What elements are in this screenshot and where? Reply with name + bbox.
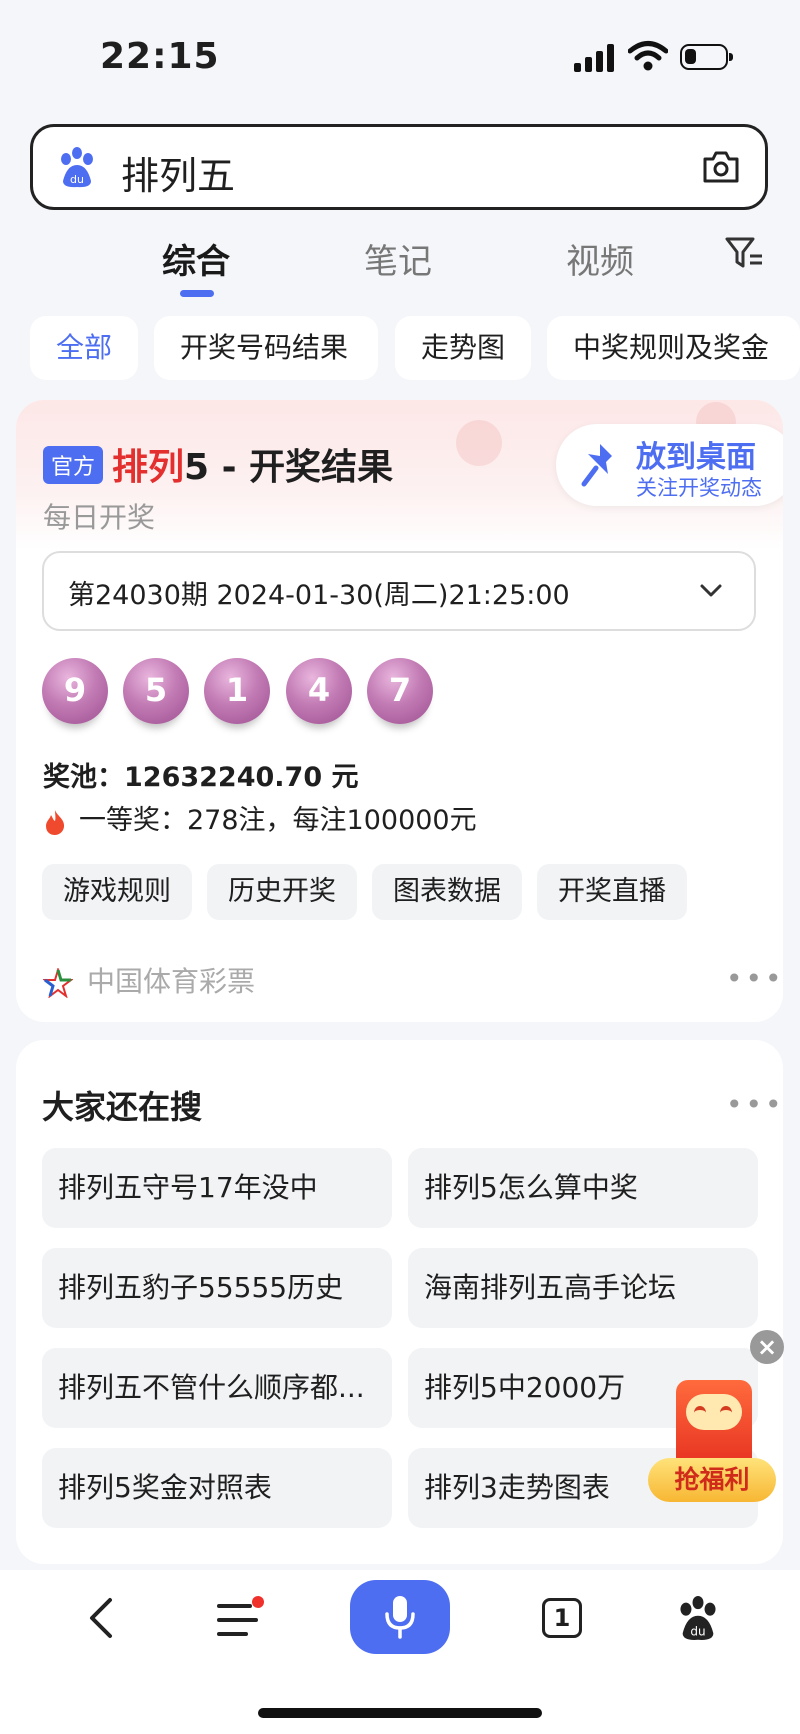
related-search-item[interactable]: 排列五豹子55555历史 [42,1248,392,1328]
game-rules-button[interactable]: 游戏规则 [42,864,192,920]
menu-icon[interactable] [216,1596,264,1640]
chip-results[interactable]: 开奖号码结果 [154,316,378,380]
related-search-item[interactable]: 排列5怎么算中奖 [408,1148,758,1228]
china-sports-lottery-logo-icon [43,968,73,998]
pin-icon [581,444,612,487]
wifi-icon [628,41,668,71]
add-to-desktop-button[interactable]: 放到桌面 关注开奖动态 [556,424,783,506]
svg-text:du: du [70,173,84,186]
welfare-red-packet-ad[interactable]: 抢福利 [648,1380,778,1510]
chart-data-button[interactable]: 图表数据 [372,864,522,920]
cellular-signal-icon [574,44,616,72]
result-number-ball: 1 [204,658,270,724]
back-icon[interactable] [84,1596,116,1640]
status-time: 22:15 [100,36,220,77]
live-draw-button[interactable]: 开奖直播 [537,864,687,920]
result-title[interactable]: 排列5 - 开奖结果 [112,438,393,490]
tab-general[interactable]: 综合 [162,234,230,283]
lottery-result-card: 官方 排列5 - 开奖结果 每日开奖 放到桌面 关注开奖动态 第24030期 2… [16,400,783,1022]
tab-videos[interactable]: 视频 [566,234,634,283]
svg-text:du: du [690,1624,705,1638]
first-prize-info: 一等奖：278注，每注100000元 [43,798,477,837]
related-searches-title: 大家还在搜 [42,1088,203,1126]
result-number-ball: 4 [286,658,352,724]
baidu-paw-icon: du [61,147,93,188]
fire-icon [46,809,65,835]
filter-icon[interactable] [724,236,764,270]
ad-label: 抢福利 [648,1458,776,1502]
more-options-icon[interactable]: ••• [726,962,783,995]
prize-pool: 奖池：12632240.70 元 [43,762,359,793]
result-number-ball: 7 [367,658,433,724]
chip-rules[interactable]: 中奖规则及奖金 [547,316,800,380]
official-badge: 官方 [43,446,104,484]
related-search-item[interactable]: 排列5奖金对照表 [42,1448,392,1528]
active-tab-indicator [180,290,214,297]
related-search-item[interactable]: 排列五守号17年没中 [42,1148,392,1228]
microphone-icon [385,1596,415,1639]
search-input[interactable]: 排列五 [121,145,235,200]
camera-icon[interactable] [701,147,741,187]
history-draws-button[interactable]: 历史开奖 [207,864,357,920]
more-options-icon[interactable]: ••• [726,1088,785,1121]
home-indicator [258,1708,542,1718]
related-search-item[interactable]: 排列五不管什么顺序都... [42,1348,392,1428]
chip-all[interactable]: 全部 [30,316,138,380]
baidu-home-icon[interactable]: du [676,1596,720,1642]
result-subtitle: 每日开奖 [43,501,156,534]
source-link[interactable]: 中国体育彩票 [43,960,255,1000]
chevron-down-icon [700,584,722,597]
tab-notes[interactable]: 笔记 [364,234,432,283]
battery-icon [680,44,733,70]
draw-period-select[interactable]: 第24030期 2024-01-30(周二)21:25:00 [42,551,756,631]
search-box[interactable]: du 排列五 [30,124,768,210]
tabs-count-button[interactable]: 1 [542,1598,582,1638]
close-ad-button[interactable]: × [750,1330,784,1364]
related-search-item[interactable]: 海南排列五高手论坛 [408,1248,758,1328]
chip-trend[interactable]: 走势图 [395,316,531,380]
voice-search-button[interactable] [350,1580,450,1654]
result-number-ball: 5 [123,658,189,724]
result-number-ball: 9 [42,658,108,724]
